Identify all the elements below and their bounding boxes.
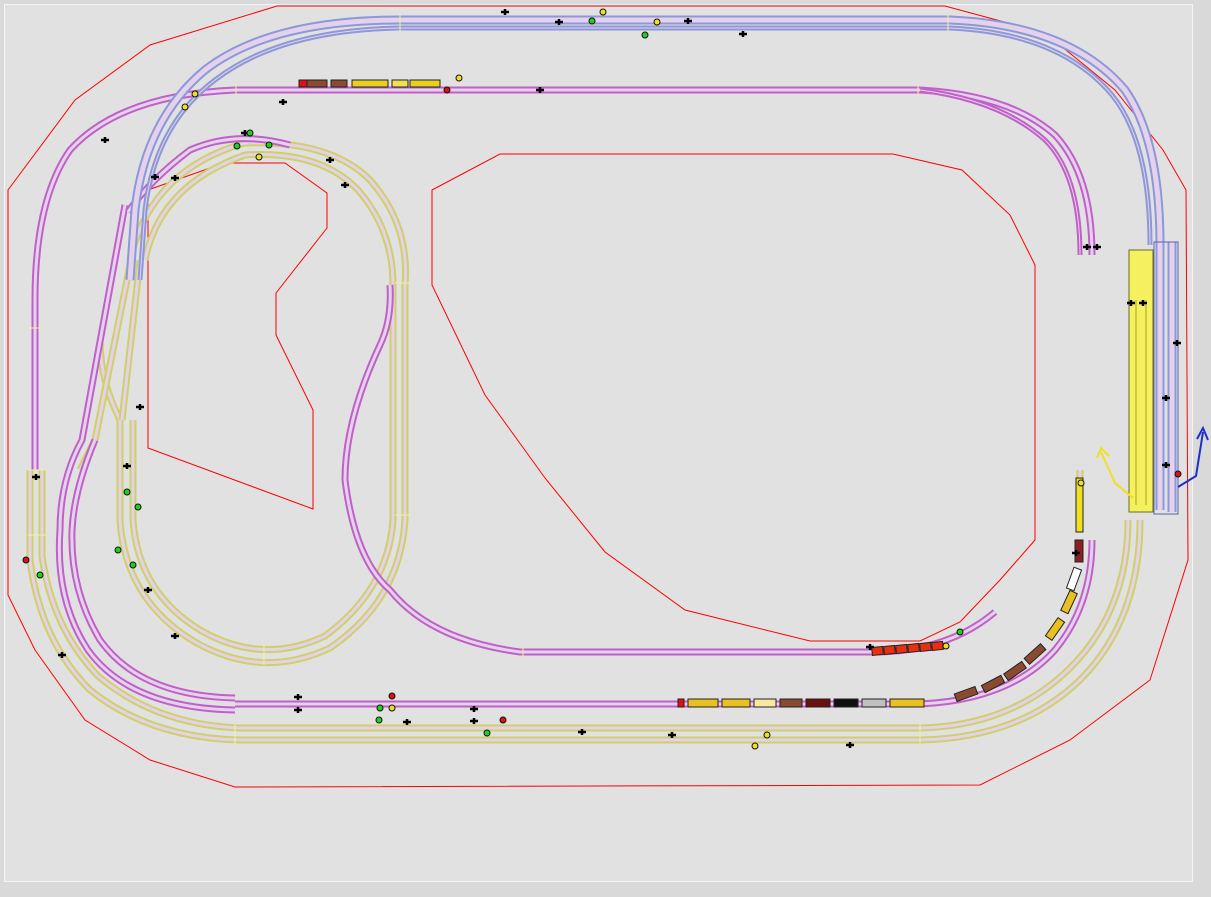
signal-green[interactable] (134, 503, 142, 511)
signal-green[interactable] (233, 142, 241, 150)
train-car[interactable] (907, 642, 920, 654)
train-car[interactable] (833, 698, 859, 708)
signal-yellow[interactable] (255, 153, 263, 161)
switch-point[interactable] (403, 719, 411, 725)
signal-green[interactable] (36, 571, 44, 579)
yellow-outer-main-2-rail (38, 470, 1132, 732)
signal-green[interactable] (588, 17, 596, 25)
signal-green[interactable] (123, 488, 131, 496)
train-car[interactable] (895, 643, 908, 655)
yellow-oval-inner-bed (131, 152, 395, 652)
track-joints (28, 14, 949, 745)
signal-red[interactable] (22, 556, 30, 564)
inner-baseboard-outline (431, 153, 1036, 642)
signal-yellow[interactable] (751, 742, 759, 750)
signal-green[interactable] (265, 141, 273, 149)
pink-s-curve-bed (343, 284, 996, 654)
signals-and-switches[interactable] (22, 8, 1182, 750)
signal-green[interactable] (114, 546, 122, 554)
train-car[interactable] (677, 698, 685, 708)
pink-upper-main-b-bed (33, 88, 920, 470)
signal-green[interactable] (129, 561, 137, 569)
switch-point[interactable] (279, 99, 287, 105)
station-platform (1128, 249, 1154, 513)
pink-upper-main-2[interactable] (919, 87, 1083, 256)
signal-yellow[interactable] (653, 18, 661, 26)
yellow-oval-inner[interactable] (129, 150, 397, 654)
signal-yellow[interactable] (599, 8, 607, 16)
signal-yellow[interactable] (763, 731, 771, 739)
center-cutout-outline (147, 162, 328, 510)
pink-s-curve-rail (341, 284, 998, 656)
switch-point[interactable] (294, 694, 302, 700)
train-car[interactable] (721, 698, 751, 708)
signal-yellow[interactable] (455, 74, 463, 82)
train-car[interactable] (391, 79, 409, 88)
train-car[interactable] (779, 698, 803, 708)
pink-upper-main-2-rail (919, 87, 1083, 256)
signal-yellow[interactable] (942, 642, 950, 650)
switch-point[interactable] (101, 137, 109, 143)
signal-yellow[interactable] (191, 90, 199, 98)
signal-green[interactable] (641, 31, 649, 39)
signal-green[interactable] (483, 729, 491, 737)
blue-climb-left-rail (125, 15, 401, 281)
yellow-direction-arrow (1100, 451, 1134, 499)
train-car[interactable] (1065, 566, 1083, 592)
track-plan-editor (0, 0, 1211, 897)
switch-point[interactable] (294, 707, 302, 713)
signal-yellow[interactable] (1077, 479, 1085, 487)
train-car[interactable] (409, 79, 441, 88)
yellow-outer-main-2-bed (40, 470, 1130, 730)
train-car[interactable] (805, 698, 831, 708)
yellow-outer-main-2[interactable] (38, 470, 1132, 732)
train-car[interactable] (330, 79, 348, 88)
track-plan-canvas[interactable] (0, 0, 1211, 897)
yellow-ramp-left-bed (78, 254, 134, 471)
signal-green[interactable] (375, 716, 383, 724)
train-car[interactable] (889, 698, 925, 708)
train-car[interactable] (687, 698, 719, 708)
signal-green[interactable] (376, 704, 384, 712)
signal-red[interactable] (443, 86, 451, 94)
signal-red[interactable] (499, 716, 507, 724)
train-car[interactable] (753, 698, 777, 708)
signal-green[interactable] (956, 628, 964, 636)
train-car[interactable] (931, 640, 944, 652)
train-car[interactable] (306, 79, 328, 88)
switch-point[interactable] (470, 718, 478, 724)
switch-point[interactable] (501, 9, 509, 15)
pink-upper-main-b-rail (31, 86, 920, 470)
blue-direction-arrow (1177, 431, 1204, 488)
train-car[interactable] (919, 641, 932, 653)
blue-climb-left-bed (127, 17, 401, 281)
pink-upper-main-b[interactable] (31, 86, 920, 470)
switch-point[interactable] (739, 31, 747, 37)
yellow-oval-inner-rail (129, 150, 397, 654)
train-car[interactable] (351, 79, 389, 88)
pink-upper-main-2-bed (919, 89, 1081, 256)
switch-point[interactable] (136, 404, 144, 410)
signal-yellow[interactable] (181, 103, 189, 111)
yellow-ramp-left[interactable] (76, 254, 136, 472)
signal-yellow[interactable] (388, 704, 396, 712)
signal-red[interactable] (1174, 470, 1182, 478)
train-car[interactable] (298, 79, 308, 88)
signal-red[interactable] (388, 692, 396, 700)
signal-green[interactable] (246, 129, 254, 137)
train-car[interactable] (883, 644, 896, 656)
train-car[interactable] (861, 698, 887, 708)
blue-climb-left[interactable] (125, 15, 401, 281)
pink-s-curve[interactable] (341, 284, 998, 656)
train-car[interactable] (1060, 589, 1078, 615)
track-layers (26, 15, 1179, 744)
